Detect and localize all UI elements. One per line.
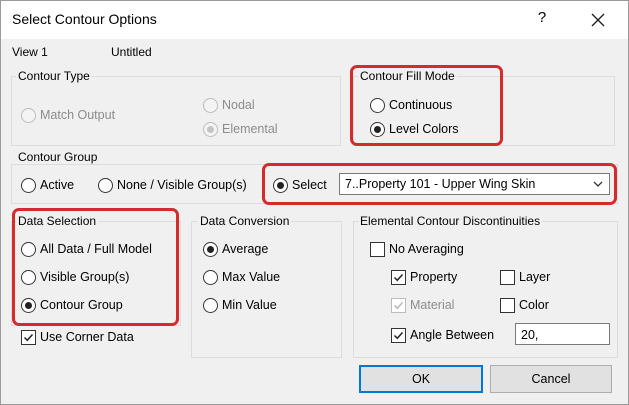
material-checkbox[interactable] xyxy=(391,298,406,313)
highlight-fill-mode xyxy=(350,65,503,146)
none-visible-groups-radio[interactable] xyxy=(98,178,113,193)
contour-type-label: Contour Type xyxy=(16,69,92,83)
use-corner-data-checkbox[interactable] xyxy=(21,330,36,345)
angle-between-checkbox[interactable] xyxy=(391,328,406,343)
window-title: Select Contour Options xyxy=(12,11,157,27)
nodal-label: Nodal xyxy=(222,98,255,112)
angle-between-label: Angle Between xyxy=(410,328,495,342)
no-averaging-checkbox[interactable] xyxy=(370,242,385,257)
property-checkbox[interactable] xyxy=(391,270,406,285)
color-checkbox[interactable] xyxy=(500,298,515,313)
highlight-data-selection xyxy=(12,208,179,326)
active-radio[interactable] xyxy=(21,178,36,193)
view-name: View 1 xyxy=(12,45,48,59)
angle-between-value: 20, xyxy=(521,328,539,342)
view-title: Untitled xyxy=(111,45,152,59)
close-icon[interactable] xyxy=(585,7,611,33)
contour-group-label: Contour Group xyxy=(16,150,100,164)
no-averaging-label: No Averaging xyxy=(389,242,464,256)
average-radio[interactable] xyxy=(203,242,218,257)
title-bar: Select Contour Options ? xyxy=(1,1,628,39)
use-corner-data-label: Use Corner Data xyxy=(40,330,134,344)
material-label: Material xyxy=(410,298,455,312)
select-contour-options-dialog: Select Contour Options ? View 1 Untitled… xyxy=(0,0,629,405)
min-value-label: Min Value xyxy=(222,298,277,312)
elemental-radio[interactable] xyxy=(203,122,218,137)
elemental-label: Elemental xyxy=(222,122,278,136)
layer-checkbox[interactable] xyxy=(500,270,515,285)
ok-button[interactable]: OK xyxy=(359,365,483,393)
discontinuities-label: Elemental Contour Discontinuities xyxy=(358,214,543,228)
match-output-label: Match Output xyxy=(40,108,116,122)
active-label: Active xyxy=(40,178,75,192)
angle-between-input[interactable]: 20, xyxy=(515,323,610,345)
data-conversion-label: Data Conversion xyxy=(198,214,292,228)
property-label: Property xyxy=(410,270,458,284)
layer-label: Layer xyxy=(519,270,551,284)
max-value-radio[interactable] xyxy=(203,270,218,285)
help-button[interactable]: ? xyxy=(534,9,550,26)
match-output-radio[interactable] xyxy=(21,108,36,123)
color-label: Color xyxy=(519,298,549,312)
max-value-label: Max Value xyxy=(222,270,281,284)
min-value-radio[interactable] xyxy=(203,298,218,313)
highlight-contour-group xyxy=(262,163,617,205)
average-label: Average xyxy=(222,242,269,256)
cancel-button[interactable]: Cancel xyxy=(490,365,612,393)
none-visible-groups-label: None / Visible Group(s) xyxy=(117,178,247,192)
nodal-radio[interactable] xyxy=(203,98,218,113)
